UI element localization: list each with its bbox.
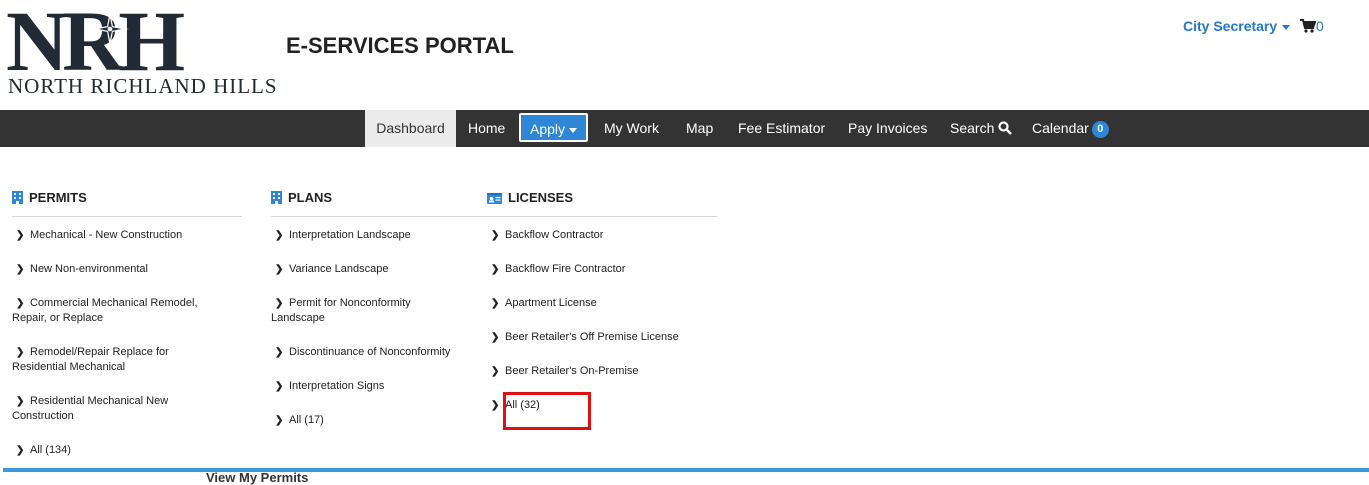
chevron-right-icon: ❯ [16,264,25,275]
highlight-box [503,392,591,430]
plan-item-variance-landscape[interactable]: ❯ Variance Landscape [271,262,388,277]
chevron-right-icon: ❯ [16,347,25,358]
cart-button[interactable]: 0 [1300,18,1324,34]
license-item-backflow-contractor[interactable]: ❯ Backflow Contractor [487,228,603,243]
plan-item-all[interactable]: ❯ All (17) [271,413,324,428]
search-icon [998,121,1013,135]
chevron-right-icon: ❯ [275,264,284,275]
chevron-right-icon: ❯ [16,298,25,309]
license-item-backflow-fire-contractor[interactable]: ❯ Backflow Fire Contractor [487,262,625,277]
nrh-logo[interactable]: NRH NORTH RICHLAND HILLS [6,0,282,98]
plan-item-discontinuance-nonconformity[interactable]: ❯ Discontinuance of Nonconformity [271,345,450,360]
user-menu-dropdown[interactable]: City Secretary [1183,18,1291,34]
chevron-right-icon: ❯ [275,230,284,241]
plan-item-interpretation-landscape[interactable]: ❯ Interpretation Landscape [271,228,411,243]
logo-subtitle: NORTH RICHLAND HILLS [8,74,278,98]
plans-column: PLANS ❯ Interpretation Landscape ❯ Varianc… [271,190,501,426]
licenses-heading-label: LICENSES [508,190,574,205]
nav-home[interactable]: Home [468,110,505,147]
license-item-beer-on-premise[interactable]: ❯ Beer Retailer's On-Premise [487,364,639,379]
menu-bottom-border [3,468,1369,472]
chevron-right-icon: ❯ [275,415,284,426]
nav-calendar[interactable]: Calendar 0 [1032,110,1109,147]
chevron-right-icon: ❯ [491,264,500,275]
view-my-permits-link[interactable]: View My Permits [206,471,308,485]
nav-calendar-label: Calendar [1032,120,1089,136]
nav-apply-label: Apply [529,121,566,137]
permit-item-residential-mechanical-new[interactable]: ❯ Residential Mechanical New Construction [12,394,202,424]
building-icon [271,191,282,204]
caret-down-icon [1282,24,1291,30]
nav-apply-dropdown[interactable]: Apply [519,113,588,142]
calendar-count-badge: 0 [1091,120,1109,138]
licenses-column: LICENSES ❯ Backflow Contractor ❯ Backflow … [487,190,717,411]
permit-item-all[interactable]: ❯ All (134) [12,443,71,458]
user-menu-label: City Secretary [1183,18,1278,34]
cart-count: 0 [1316,18,1324,34]
plan-item-interpretation-signs[interactable]: ❯ Interpretation Signs [271,379,384,394]
permits-column: PERMITS ❯ Mechanical - New Construction ❯… [12,190,242,456]
portal-title: E-SERVICES PORTAL [286,33,514,58]
shopping-cart-icon [1300,19,1317,33]
plan-item-permit-nonconformity-landscape[interactable]: ❯ Permit for Nonconformity Landscape [271,296,451,326]
chevron-right-icon: ❯ [16,230,25,241]
nav-my-work[interactable]: My Work [604,110,659,147]
chevron-right-icon: ❯ [275,381,284,392]
license-item-apartment-license[interactable]: ❯ Apartment License [487,296,597,311]
permits-heading: PERMITS [12,190,242,217]
star-icon [91,10,129,48]
permit-item-new-non-environmental[interactable]: ❯ New Non-environmental [12,262,148,277]
plans-heading-label: PLANS [288,190,333,205]
plans-heading: PLANS [271,190,501,217]
main-navbar: Dashboard Home Apply My Work Map Fee Est… [0,110,1369,147]
permits-heading-label: PERMITS [29,190,87,205]
nav-search[interactable]: Search [950,110,1013,147]
chevron-right-icon: ❯ [16,396,25,407]
building-icon [12,191,23,204]
nav-dashboard[interactable]: Dashboard [365,110,456,147]
chevron-right-icon: ❯ [275,298,284,309]
caret-down-icon [569,127,578,133]
chevron-right-icon: ❯ [491,298,500,309]
nav-pay-invoices[interactable]: Pay Invoices [848,110,927,147]
nav-fee-estimator[interactable]: Fee Estimator [738,110,825,147]
permit-item-commercial-mechanical-remodel[interactable]: ❯ Commercial Mechanical Remodel, Repair, … [12,296,217,326]
nav-search-label: Search [950,120,995,136]
chevron-right-icon: ❯ [275,347,284,358]
chevron-right-icon: ❯ [491,332,500,343]
id-card-icon [487,193,502,204]
license-item-beer-off-premise[interactable]: ❯ Beer Retailer's Off Premise License [487,330,679,345]
nav-map[interactable]: Map [686,110,713,147]
chevron-right-icon: ❯ [16,445,25,456]
licenses-heading: LICENSES [487,190,717,217]
permit-item-mechanical-new-construction[interactable]: ❯ Mechanical - New Construction [12,228,182,243]
permit-item-remodel-repair-residential[interactable]: ❯ Remodel/Repair Replace for Residential … [12,345,202,375]
chevron-right-icon: ❯ [491,366,500,377]
chevron-right-icon: ❯ [491,230,500,241]
